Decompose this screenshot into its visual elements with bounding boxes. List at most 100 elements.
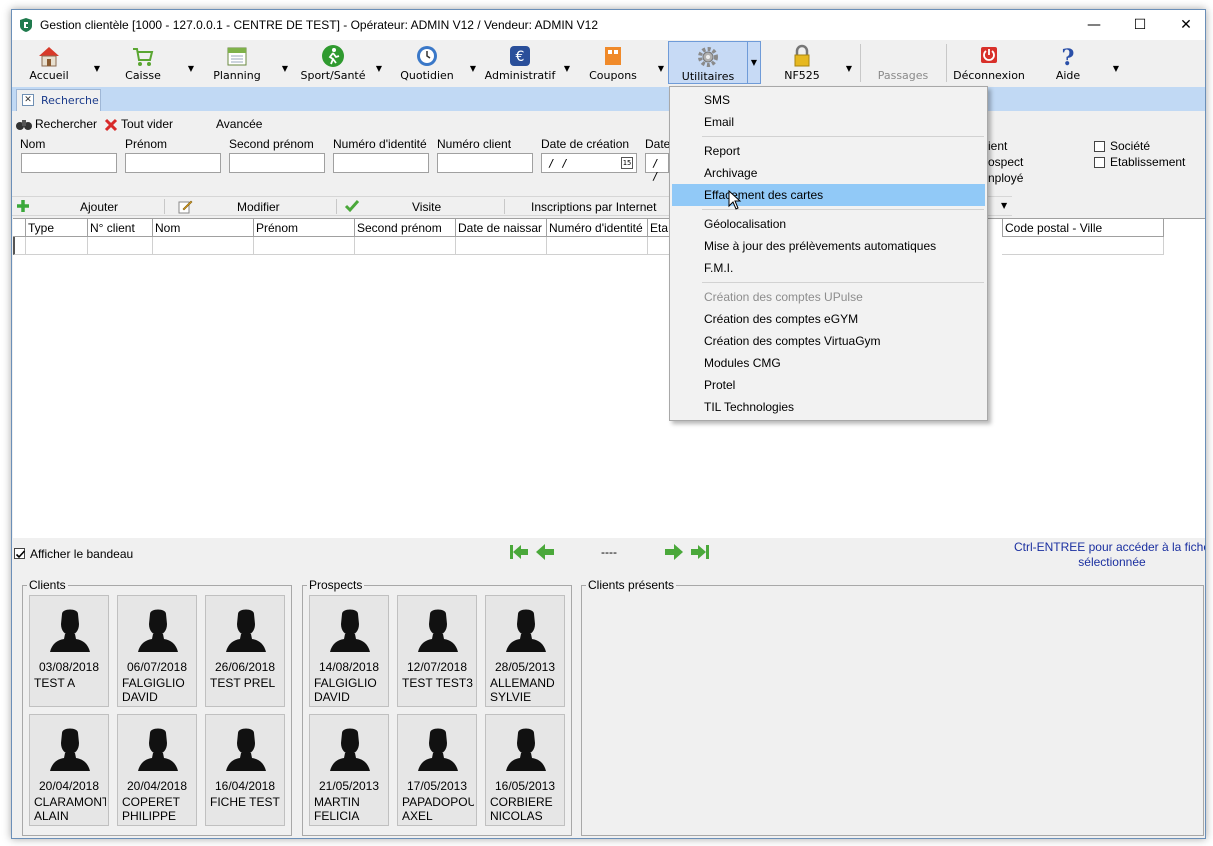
row-selector[interactable] [13,237,26,255]
col-header-second-prenom[interactable]: Second prénom [355,219,456,237]
person-card[interactable]: 03/08/2018 TEST A [29,595,109,707]
second-prenom-label: Second prénom [229,137,314,151]
menu-item-effacement-cartes[interactable]: Effacement des cartes [672,184,985,206]
visite-button[interactable]: Visite [412,200,441,214]
person-card[interactable]: 21/05/2013 MARTIN FELICIA [309,714,389,826]
person-name: CORBIERE NICOLAS [490,795,553,823]
person-card[interactable]: 06/07/2018 FALGIGLIO DAVID [117,595,197,707]
tout-vider-button[interactable]: Tout vider [104,117,173,133]
ajouter-button[interactable]: Ajouter [80,200,118,214]
nf525-dropdown-arrow[interactable]: ▼ [844,64,854,74]
col-header-numero-client[interactable]: N° client [88,219,153,237]
menu-item-email[interactable]: Email [672,111,985,133]
toolbar-deconnexion-button[interactable]: Déconnexion [952,41,1026,84]
col-header-nom[interactable]: Nom [153,219,254,237]
prenom-input[interactable] [125,153,221,173]
toolbar-passages-button[interactable]: Passages [868,41,938,84]
menu-item-til-technologies[interactable]: TIL Technologies [672,396,985,418]
toolbar-administratif-button[interactable]: € Administratif [480,41,560,84]
tab-recherche[interactable]: ✕ Recherche [16,89,101,111]
numero-client-input[interactable] [437,153,533,173]
planning-dropdown-arrow[interactable]: ▼ [280,64,290,74]
caisse-dropdown-arrow[interactable]: ▼ [186,64,196,74]
nom-input[interactable] [21,153,117,173]
toolbar-quotidien-button[interactable]: Quotidien [392,41,462,84]
table-cell[interactable] [355,237,456,255]
numero-client-label: Numéro client [437,137,512,151]
numero-identite-input[interactable] [333,153,429,173]
person-card[interactable]: 16/04/2018 FICHE TEST [205,714,285,826]
menu-item-report[interactable]: Report [672,140,985,162]
col-header-date-naissance[interactable]: Date de naissar [456,219,547,237]
results-grid[interactable]: Type N° client Nom Prénom Second prénom … [13,218,1205,538]
date-creation-input[interactable]: / / 15 [541,153,637,173]
next-page-icon[interactable] [664,543,684,561]
table-cell[interactable] [26,237,88,255]
close-window-button[interactable]: ✕ [1163,10,1205,40]
col-header-code-postal-ville[interactable]: Code postal - Ville [1002,219,1164,237]
menu-item-protel[interactable]: Protel [672,374,985,396]
menu-item-maj-prelevements[interactable]: Mise à jour des prélèvements automatique… [672,235,985,257]
toolbar-planning-button[interactable]: Planning [202,41,272,84]
second-prenom-input[interactable] [229,153,325,173]
person-card[interactable]: 14/08/2018 FALGIGLIO DAVID [309,595,389,707]
toolbar-utilitaires-button[interactable]: Utilitaires [668,41,748,84]
window-title: Gestion clientèle [1000 - 127.0.0.1 - CE… [40,18,599,32]
table-cell[interactable] [254,237,355,255]
table-cell[interactable] [456,237,547,255]
toolbar-nf525-button[interactable]: NF525 [766,41,838,84]
administratif-dropdown-arrow[interactable]: ▼ [562,64,572,74]
toolbar-accueil-button[interactable]: Accueil [16,41,82,84]
rechercher-button[interactable]: Rechercher [16,117,97,133]
avancee-button[interactable]: Avancée [216,117,262,133]
person-card[interactable]: 28/05/2013 ALLEMAND SYLVIE [485,595,565,707]
date-second-input[interactable]: / / [645,153,669,183]
first-page-icon[interactable] [509,543,529,561]
table-cell[interactable] [1002,237,1164,255]
menu-item-virtuagym[interactable]: Création des comptes VirtuaGym [672,330,985,352]
person-card[interactable]: 20/04/2018 COPERET PHILIPPE [117,714,197,826]
etablissement-checkbox[interactable] [1094,157,1105,168]
toolbar-aide-button[interactable]: ? Aide [1036,41,1100,84]
afficher-bandeau-checkbox[interactable] [14,548,26,559]
person-card[interactable]: 26/06/2018 TEST PREL [205,595,285,707]
last-page-icon[interactable] [690,543,710,561]
table-cell[interactable] [153,237,254,255]
menu-item-egym[interactable]: Création des comptes eGYM [672,308,985,330]
person-card[interactable]: 17/05/2013 PAPADOPOULOS AXEL [397,714,477,826]
aide-dropdown-arrow[interactable]: ▼ [1111,64,1121,74]
person-card[interactable]: 20/04/2018 CLARAMONT ALAIN [29,714,109,826]
calendar-picker-icon[interactable]: 15 [621,157,633,169]
accueil-dropdown-arrow[interactable]: ▼ [92,64,102,74]
col-header-type[interactable]: Type [26,219,88,237]
menu-item-sms[interactable]: SMS [672,89,985,111]
col-header-prenom[interactable]: Prénom [254,219,355,237]
menu-item-archivage[interactable]: Archivage [672,162,985,184]
table-cell[interactable] [88,237,153,255]
person-card[interactable]: 16/05/2013 CORBIERE NICOLAS [485,714,565,826]
utilitaires-dropdown-arrow[interactable]: ▼ [747,41,761,84]
menu-separator [702,209,984,210]
tab-strip: ✕ Recherche [12,87,1205,111]
toolbar-sport-button[interactable]: Sport/Santé [295,41,371,84]
column-chooser-arrow[interactable]: ▼ [1001,201,1007,210]
sport-dropdown-arrow[interactable]: ▼ [374,64,384,74]
tab-close-icon[interactable]: ✕ [22,94,34,106]
toolbar-coupons-button[interactable]: Coupons [578,41,648,84]
quotidien-dropdown-arrow[interactable]: ▼ [468,64,478,74]
coupons-dropdown-arrow[interactable]: ▼ [656,64,666,74]
maximize-button[interactable]: ☐ [1117,10,1163,40]
menu-item-fmi[interactable]: F.M.I. [672,257,985,279]
application-window: Gestion clientèle [1000 - 127.0.0.1 - CE… [11,9,1206,839]
menu-item-geolocalisation[interactable]: Géolocalisation [672,213,985,235]
minimize-button[interactable]: — [1071,10,1117,40]
col-header-numero-identite[interactable]: Numéro d'identité [547,219,648,237]
modifier-button[interactable]: Modifier [237,200,280,214]
table-cell[interactable] [547,237,648,255]
societe-checkbox[interactable] [1094,141,1105,152]
menu-item-modules-cmg[interactable]: Modules CMG [672,352,985,374]
toolbar-caisse-button[interactable]: Caisse [108,41,178,84]
inscriptions-internet-button[interactable]: Inscriptions par Internet [531,200,656,214]
person-card[interactable]: 12/07/2018 TEST TEST3 [397,595,477,707]
previous-page-icon[interactable] [535,543,555,561]
